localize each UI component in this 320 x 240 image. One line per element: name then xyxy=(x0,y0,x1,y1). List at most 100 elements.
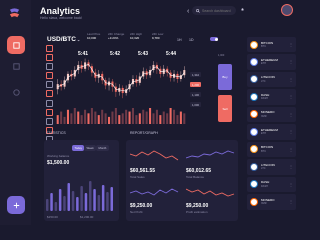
timeframe-1d[interactable]: 1D xyxy=(189,38,193,42)
statistics-title: STATISTICS xyxy=(46,131,66,135)
volume-bar xyxy=(80,115,83,124)
volume-bar xyxy=(73,108,76,124)
card-label: Total Sales xyxy=(130,175,145,179)
coin-icon xyxy=(250,162,258,171)
sparkline-path xyxy=(130,150,179,161)
tool-rect-icon[interactable] xyxy=(46,63,53,71)
search-input[interactable] xyxy=(202,8,236,13)
stat-bar xyxy=(46,199,49,211)
pill-today[interactable]: Today xyxy=(72,145,85,151)
volume-bar xyxy=(121,113,124,124)
pill-week[interactable]: Week xyxy=(84,145,97,151)
more-icon[interactable]: ⋮ xyxy=(289,59,293,64)
analytics-icon xyxy=(12,88,20,96)
mini-label: $1,200.00 xyxy=(80,215,94,219)
more-icon[interactable]: ⋮ xyxy=(289,182,293,187)
volume-bar xyxy=(66,109,69,124)
volume-bar xyxy=(159,115,162,124)
bar-sparkline xyxy=(46,181,113,211)
coin-list: BITCOIN BTC ⋮ ETHEREUM ETH ⋮ LITECOIN LTC ⋮ DASH D… xyxy=(247,37,296,212)
report-title: REPORT/GRAPH xyxy=(130,131,158,135)
coin-row[interactable]: DASH DASH ⋮ xyxy=(247,89,296,105)
coin-icon xyxy=(250,197,258,206)
coin-name: ETHEREUM xyxy=(261,57,278,62)
more-icon[interactable]: ⋮ xyxy=(289,42,293,47)
pair-selector[interactable]: USD/BTC⌄ xyxy=(47,36,80,43)
more-icon[interactable]: ⋮ xyxy=(289,129,293,134)
volume-bar xyxy=(162,111,165,124)
coin-row[interactable]: ETHEREUM ETH ⋮ xyxy=(247,54,296,70)
tool-magnet-icon[interactable] xyxy=(46,117,53,125)
tool-zoom-icon[interactable] xyxy=(46,108,53,116)
coin-name: DASH xyxy=(261,92,270,97)
sparkline-path xyxy=(186,188,235,197)
rail-wallet-button[interactable] xyxy=(7,57,25,75)
coin-symbol: LTC xyxy=(261,167,266,171)
more-icon[interactable]: ⋮ xyxy=(289,147,293,152)
tool-measure-icon[interactable] xyxy=(46,81,53,89)
price-chart[interactable] xyxy=(56,56,186,124)
user-avatar[interactable] xyxy=(281,4,293,16)
stat-bar xyxy=(97,195,101,211)
tool-fib-icon[interactable] xyxy=(46,90,53,98)
tool-cursor-icon[interactable] xyxy=(46,45,53,52)
page-title: Analytics xyxy=(40,6,81,16)
more-icon[interactable]: ⋮ xyxy=(289,94,293,99)
volume-bar xyxy=(111,111,114,124)
search-bar[interactable] xyxy=(192,6,236,15)
price-tag: 1,000 xyxy=(190,102,201,107)
tool-line-icon[interactable] xyxy=(46,54,53,62)
stat-high: 24h High 10,320 xyxy=(130,32,143,40)
more-icon[interactable]: ⋮ xyxy=(289,199,293,204)
volume-bar xyxy=(135,115,138,124)
coin-symbol: ETH xyxy=(261,132,266,136)
timeframe-1h[interactable]: 1H xyxy=(177,38,181,42)
add-button[interactable] xyxy=(7,196,25,214)
left-rail xyxy=(0,0,31,225)
card-value: $60,012.65 xyxy=(186,168,212,174)
chart-toggle[interactable] xyxy=(210,37,218,41)
tool-brush-icon[interactable] xyxy=(46,99,53,107)
coin-name: LITECOIN xyxy=(261,162,275,167)
rail-home-button[interactable] xyxy=(7,36,25,54)
coin-icon xyxy=(250,110,258,119)
volume-bar xyxy=(149,108,152,124)
volume-bar xyxy=(173,109,176,124)
coin-icon xyxy=(250,145,258,154)
more-icon[interactable]: ⋮ xyxy=(289,112,293,117)
sell-button[interactable]: Sell xyxy=(218,95,232,122)
volume-bar xyxy=(145,111,148,124)
tool-text-icon[interactable] xyxy=(46,72,53,80)
pill-month[interactable]: Month xyxy=(96,145,109,151)
buy-button[interactable]: Buy xyxy=(218,64,232,90)
coin-row[interactable]: MONERO XMR ⋮ xyxy=(247,106,296,123)
notification-bell-icon[interactable] xyxy=(240,7,245,12)
coin-symbol: BTC xyxy=(261,149,266,153)
caret-down-icon: ⌄ xyxy=(76,37,81,42)
volume-bar xyxy=(87,113,90,124)
rail-analytics-button[interactable] xyxy=(7,83,25,101)
coin-icon xyxy=(250,40,258,49)
volume-bar xyxy=(118,115,121,124)
coin-row[interactable]: ETHEREUM ETH ⋮ xyxy=(247,124,296,140)
coin-symbol: LTC xyxy=(261,79,266,83)
sparkline-path xyxy=(130,188,179,196)
coin-row[interactable]: DASH DASH ⋮ xyxy=(247,176,296,193)
coin-row[interactable]: BITCOIN BTC ⋮ xyxy=(247,37,296,53)
stat-bar xyxy=(89,181,92,211)
coin-row[interactable]: LITECOIN LTC ⋮ xyxy=(247,71,296,88)
coin-row[interactable]: LITECOIN LTC ⋮ xyxy=(247,159,296,175)
stat-bar xyxy=(76,197,79,211)
collapse-chevron-icon[interactable]: ‹ xyxy=(187,8,189,15)
more-icon[interactable]: ⋮ xyxy=(289,77,293,82)
volume-bar xyxy=(63,116,66,124)
coin-row[interactable]: BITCOIN BTC ⋮ xyxy=(247,141,296,158)
trend-line xyxy=(57,63,185,92)
coin-name: MONERO xyxy=(261,197,275,202)
coin-row[interactable]: MONERO XMR ⋮ xyxy=(247,194,296,210)
volume-bar xyxy=(94,111,97,124)
card-value: $9,250.00 xyxy=(130,203,153,209)
wallet-icon xyxy=(12,62,20,70)
more-icon[interactable]: ⋮ xyxy=(289,164,293,169)
estimation-sparkline xyxy=(186,188,235,197)
